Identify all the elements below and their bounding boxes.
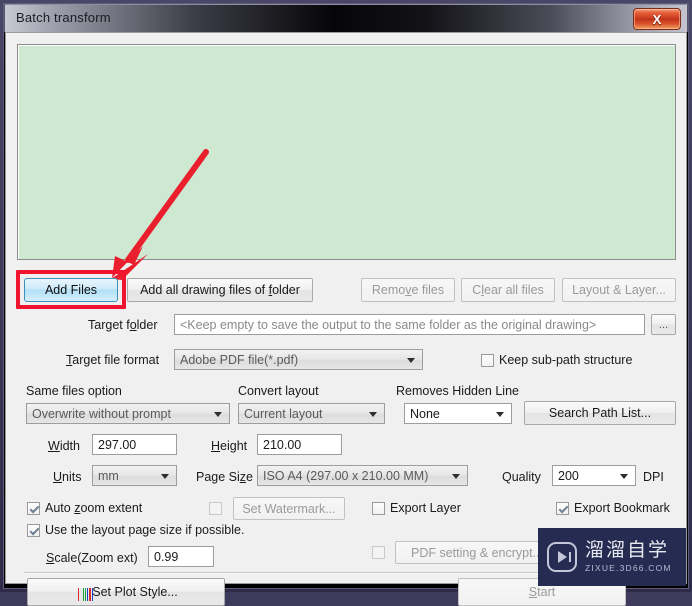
removes-hidden-line-select[interactable]: None	[404, 403, 512, 424]
play-logo-icon	[547, 542, 577, 572]
use-layout-page-size-label: Use the layout page size if possible.	[45, 523, 245, 537]
quality-value: 200	[558, 468, 579, 483]
set-plot-style-label: Set Plot Style...	[92, 585, 178, 599]
set-plot-style-button[interactable]: Set Plot Style...	[27, 578, 225, 606]
target-file-format-select[interactable]: Adobe PDF file(*.pdf)	[174, 349, 423, 370]
scale-zoom-ext-input[interactable]: 0.99	[148, 546, 214, 567]
removes-hidden-line-value: None	[410, 406, 440, 421]
layout-and-layer-button[interactable]: Layout & Layer...	[562, 278, 676, 302]
title-bar[interactable]: Batch transform X	[4, 4, 688, 32]
browse-folder-button[interactable]: ...	[651, 314, 676, 335]
convert-layout-value: Current layout	[244, 406, 323, 421]
chevron-down-icon	[452, 473, 460, 479]
chevron-down-icon	[214, 411, 222, 417]
search-path-list-label: Search Path List...	[548, 406, 652, 420]
add-files-button[interactable]: Add Files	[24, 278, 118, 302]
convert-layout-select[interactable]: Current layout	[238, 403, 385, 424]
units-select[interactable]: mm	[92, 465, 177, 486]
chevron-down-icon	[620, 473, 628, 479]
browse-label: ...	[658, 318, 669, 331]
auto-zoom-extent-checkbox[interactable]	[27, 502, 40, 515]
close-button[interactable]: X	[633, 8, 681, 30]
add-files-label: Add Files	[44, 283, 98, 297]
remove-files-label: Remove files	[371, 283, 445, 297]
add-all-folder-label: Add all drawing files of folder	[140, 283, 300, 297]
start-label: Start	[528, 585, 556, 599]
export-bookmark-checkbox[interactable]	[556, 502, 569, 515]
width-label: Width	[48, 439, 80, 453]
convert-layout-label: Convert layout	[238, 384, 319, 398]
scale-zoom-ext-label: Scale(Zoom ext)	[46, 551, 138, 565]
target-folder-input[interactable]: <Keep empty to save the output to the sa…	[174, 314, 645, 335]
keep-subpath-checkbox[interactable]	[481, 354, 494, 367]
chevron-down-icon	[407, 357, 415, 363]
target-folder-label: Target folder	[88, 318, 158, 332]
clear-all-files-button[interactable]: Clear all files	[461, 278, 555, 302]
set-watermark-button[interactable]: Set Watermark...	[233, 497, 345, 520]
layout-and-layer-label: Layout & Layer...	[572, 283, 666, 297]
removes-hidden-line-label: Removes Hidden Line	[396, 384, 519, 398]
target-file-format-label: Target file format	[66, 353, 160, 367]
same-files-option-label: Same files option	[26, 384, 122, 398]
search-path-list-button[interactable]: Search Path List...	[524, 401, 676, 425]
dpi-label: DPI	[643, 470, 664, 484]
height-input[interactable]: 210.00	[257, 434, 342, 455]
quality-select[interactable]: 200	[552, 465, 636, 486]
height-label: Height	[211, 439, 248, 453]
clear-all-files-label: Clear all files	[472, 283, 544, 297]
add-all-drawing-files-button[interactable]: Add all drawing files of folder	[127, 278, 313, 302]
watermark-en-text: ZIXUE.3D66.COM	[585, 562, 672, 573]
export-layer-checkbox[interactable]	[372, 502, 385, 515]
pdf-setting-label: PDF setting & encrypt...	[411, 545, 543, 560]
quality-label: Quality	[502, 470, 541, 484]
units-value: mm	[98, 468, 119, 483]
set-watermark-checkbox[interactable]	[209, 502, 222, 515]
window-title: Batch transform	[16, 10, 111, 25]
page-size-label: Page Size	[196, 470, 253, 484]
chevron-down-icon	[161, 473, 169, 479]
chevron-down-icon	[369, 411, 377, 417]
pdf-setting-encrypt-button[interactable]: PDF setting & encrypt...	[395, 541, 559, 564]
chevron-down-icon	[496, 411, 504, 417]
same-files-option-select[interactable]: Overwrite without prompt	[26, 403, 230, 424]
batch-transform-window: Batch transform X Add Files Add all draw…	[0, 0, 692, 606]
remove-files-button[interactable]: Remove files	[361, 278, 455, 302]
page-size-value: ISO A4 (297.00 x 210.00 MM)	[263, 468, 429, 483]
target-file-format-value: Adobe PDF file(*.pdf)	[180, 352, 299, 367]
page-size-select[interactable]: ISO A4 (297.00 x 210.00 MM)	[257, 465, 468, 486]
units-label: Units	[53, 470, 82, 484]
set-watermark-label: Set Watermark...	[242, 501, 336, 516]
dialog-body: Add Files Add all drawing files of folde…	[5, 32, 687, 606]
export-layer-label: Export Layer	[390, 501, 461, 515]
keep-subpath-label: Keep sub-path structure	[499, 353, 633, 367]
watermark-cn-text: 溜溜自学	[585, 540, 670, 562]
file-list-panel[interactable]	[17, 44, 676, 260]
pdf-setting-checkbox[interactable]	[372, 546, 385, 559]
same-files-option-value: Overwrite without prompt	[32, 406, 171, 421]
auto-zoom-extent-label: Auto zoom extent	[45, 501, 143, 515]
use-layout-page-size-checkbox[interactable]	[27, 524, 40, 537]
plot-style-bars-icon	[78, 588, 93, 601]
export-bookmark-label: Export Bookmark	[574, 501, 670, 515]
site-watermark: 溜溜自学 ZIXUE.3D66.COM	[538, 528, 686, 586]
width-input[interactable]: 297.00	[92, 434, 177, 455]
close-icon: X	[652, 11, 662, 27]
